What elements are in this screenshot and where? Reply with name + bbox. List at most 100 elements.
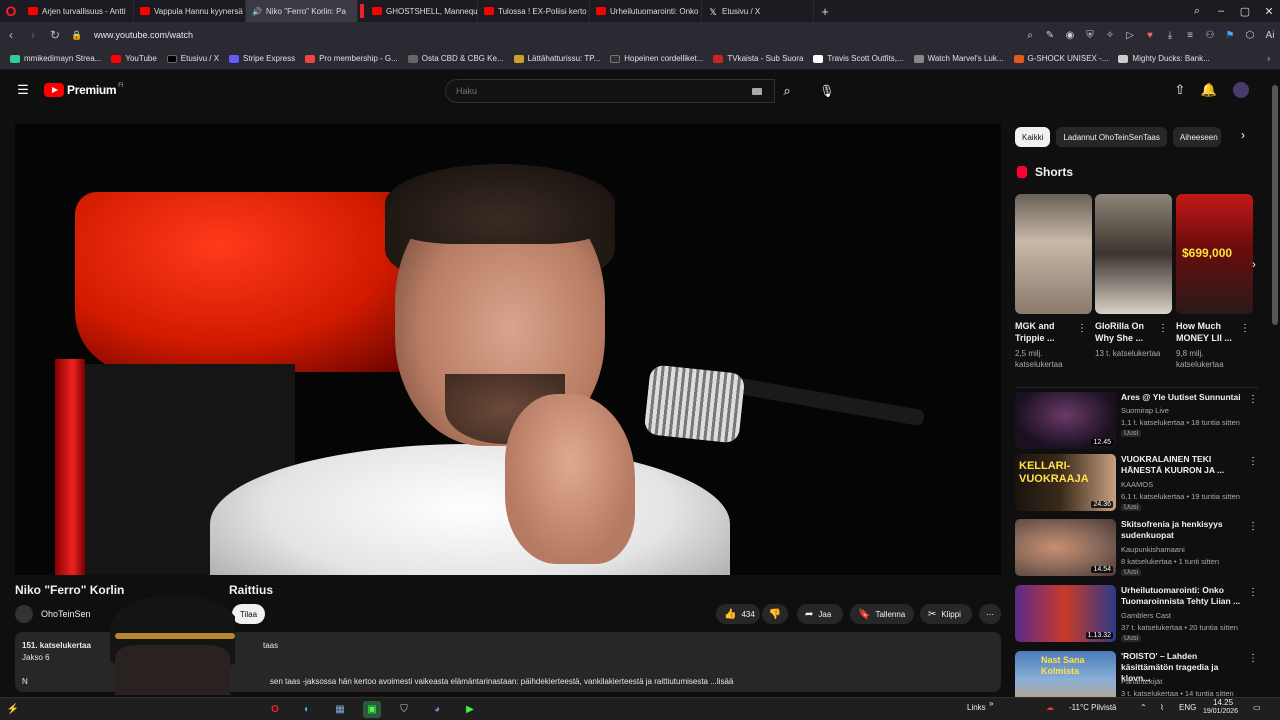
browser-tab[interactable]: Vappula Hannu kyynersä [134, 0, 246, 22]
short-title[interactable]: MGK and Trippie ... [1015, 320, 1081, 344]
account-avatar[interactable] [1233, 82, 1249, 98]
notification-icon[interactable]: ▭ [1253, 703, 1261, 712]
links-toolbar[interactable]: Links [967, 703, 986, 712]
profile-icon[interactable]: ⚇ [1200, 30, 1220, 41]
search-box[interactable] [445, 79, 775, 103]
video-title[interactable]: Urheilutuomarointi: Onko Tuomaroinnista … [1121, 585, 1245, 607]
search-button[interactable]: ⌕ [775, 79, 799, 103]
more-vert-icon[interactable]: ⋮ [1248, 587, 1258, 598]
opera-icon[interactable]: O [266, 701, 284, 718]
video-title[interactable]: Skitsofrenia ja henkisyys sudenkuopat [1121, 519, 1245, 541]
chevron-icon[interactable]: » [989, 699, 993, 708]
bookmark[interactable]: Stripe Express [229, 54, 295, 63]
channel-name[interactable]: KAAMOS [1121, 480, 1153, 489]
store-icon[interactable]: ▦ [331, 701, 349, 718]
menu-icon[interactable]: ≡ [1180, 30, 1200, 41]
short-title[interactable]: GloRilla On Why She ... [1095, 320, 1161, 344]
video-title[interactable]: VUOKRALAINEN TEKI HÄNESTÄ KUURON JA ... [1121, 454, 1245, 476]
subscribe-button[interactable]: Tilaa [232, 604, 266, 624]
bookmark[interactable]: G-SHOCK UNISEX -... [1013, 54, 1108, 63]
shield-icon[interactable]: ⛨ [1080, 30, 1100, 41]
more-vert-icon[interactable]: ⋮ [1158, 323, 1168, 334]
keyboard-icon[interactable] [752, 88, 762, 95]
back-icon[interactable]: ‹ [0, 28, 22, 42]
maximize-icon[interactable]: ▢ [1233, 0, 1257, 22]
video-player[interactable] [15, 124, 1001, 575]
reload-icon[interactable]: ↻ [44, 28, 66, 42]
play-icon[interactable]: ▷ [1120, 30, 1140, 41]
channel-name[interactable]: Suomirap Live [1121, 406, 1169, 415]
close-icon[interactable]: ✕ [1257, 0, 1280, 22]
more-vert-icon[interactable]: ⋮ [1248, 456, 1258, 467]
browser-tab[interactable]: Urheilutuomarointi: Onko [590, 0, 702, 22]
shield-app-icon[interactable]: ⛉ [395, 701, 413, 718]
scrollbar-thumb[interactable] [1272, 85, 1278, 325]
bookmarks-overflow-icon[interactable]: › [1267, 54, 1270, 63]
share-button[interactable]: ➦ Jaa [797, 604, 843, 624]
forward-icon[interactable]: › [22, 28, 44, 42]
browser-tab[interactable]: GHOSTSHELL, Mannequi [366, 0, 478, 22]
wallet-icon[interactable]: ⬡ [1240, 30, 1260, 41]
video-thumbnail[interactable]: 1.13.32 [1015, 585, 1116, 642]
heart-icon[interactable]: ♥ [1140, 30, 1160, 41]
bookmark[interactable]: mmikedimayn Strea... [10, 54, 101, 63]
discord-icon[interactable]: ◕ [428, 701, 446, 718]
save-button[interactable]: 🔖 Tallenna [850, 604, 914, 624]
play-app-icon[interactable]: ▶ [461, 701, 479, 718]
video-thumbnail[interactable]: Nast Sana Kolmista [1015, 651, 1116, 697]
chip-channel[interactable]: Ladannut OhoTeinSenTaas [1056, 127, 1167, 147]
bookmark[interactable]: YouTube [111, 54, 157, 63]
search-input[interactable] [456, 86, 736, 96]
extension-icon[interactable]: ✧ [1100, 30, 1120, 41]
edit-icon[interactable]: ✎ [1040, 30, 1060, 41]
short-title[interactable]: How Much MONEY LIl ... [1176, 320, 1242, 344]
vpn-icon[interactable]: ⚑ [1220, 30, 1240, 41]
shorts-next-icon[interactable]: › [1245, 256, 1263, 274]
ai-icon[interactable]: Ai [1260, 30, 1280, 41]
language-indicator[interactable]: ENG [1179, 703, 1196, 712]
tray-overflow-icon[interactable]: ⌃ [1140, 703, 1147, 712]
recommended-video[interactable]: KELLARI-VUOKRAAJA 24.36 VUOKRALAINEN TEK… [1015, 454, 1265, 514]
browser-tab[interactable]: Tulossa ! EX-Poliisi kerto [478, 0, 590, 22]
youtube-premium-logo[interactable]: Premium FI [44, 83, 124, 97]
audio-icon[interactable]: 🔊 [252, 7, 262, 16]
page-scrollbar[interactable] [1272, 75, 1278, 720]
channel-name[interactable]: Kaupunkishamaani [1121, 545, 1185, 554]
more-vert-icon[interactable]: ⋮ [1248, 521, 1258, 532]
clock-time[interactable]: 14.25 [1213, 698, 1233, 707]
more-vert-icon[interactable]: ⋮ [1248, 394, 1258, 405]
video-title[interactable]: Ares @ Yle Uutiset Sunnuntai [1121, 392, 1245, 403]
chip-related[interactable]: Aiheeseen [1172, 127, 1221, 147]
bookmark[interactable]: Pro membership - G... [305, 54, 398, 63]
notifications-bell-icon[interactable]: 🔔 [1200, 82, 1218, 100]
more-vert-icon[interactable]: ⋮ [1077, 323, 1087, 334]
video-thumbnail[interactable]: KELLARI-VUOKRAAJA 24.36 [1015, 454, 1116, 511]
short-thumbnail[interactable]: $699,000 [1176, 194, 1253, 314]
clock-date[interactable]: 19/01/2026 [1203, 708, 1238, 715]
url-field[interactable]: www.youtube.com/watch [94, 30, 193, 40]
bookmark[interactable]: Osta CBD & CBG Ke... [407, 54, 504, 63]
opera-menu-icon[interactable]: O [0, 0, 22, 22]
download-icon[interactable]: ⤓ [1160, 30, 1180, 41]
more-vert-icon[interactable]: ⋮ [1248, 653, 1258, 664]
camera-icon[interactable]: ◉ [1060, 30, 1080, 41]
network-icon[interactable]: ⌇ [1160, 703, 1164, 712]
recommended-video[interactable]: 12.45 Ares @ Yle Uutiset Sunnuntai Suomi… [1015, 392, 1265, 452]
app-icon[interactable]: ▣ [363, 701, 381, 718]
more-actions-button[interactable]: ⋯ [979, 604, 1001, 624]
recommended-video[interactable]: 14.54 Skitsofrenia ja henkisyys sudenkuo… [1015, 519, 1265, 579]
minimize-icon[interactable]: – [1209, 0, 1233, 22]
search-tabs-icon[interactable]: ⌕ [1185, 0, 1209, 22]
hamburger-menu-icon[interactable]: ☰ [14, 82, 32, 100]
video-thumbnail[interactable]: 14.54 [1015, 519, 1116, 576]
bookmark[interactable]: Watch Marvel's Luk... [913, 54, 1004, 63]
dislike-button[interactable]: 👎 [762, 604, 788, 624]
chip-all[interactable]: Kaikki [1015, 127, 1051, 147]
browser-tab[interactable]: Arjen turvallisuus - Antti [22, 0, 134, 22]
browser-tab-active[interactable]: 🔊 Niko "Ferro" Korlin: Pa [246, 0, 358, 22]
voice-search-button[interactable]: 🎙 [815, 79, 839, 103]
bookmark[interactable]: Hopeinen cordelliket... [610, 54, 703, 63]
short-thumbnail[interactable] [1095, 194, 1172, 314]
like-button[interactable]: 👍 434 [716, 604, 760, 624]
more-vert-icon[interactable]: ⋮ [1240, 323, 1250, 334]
